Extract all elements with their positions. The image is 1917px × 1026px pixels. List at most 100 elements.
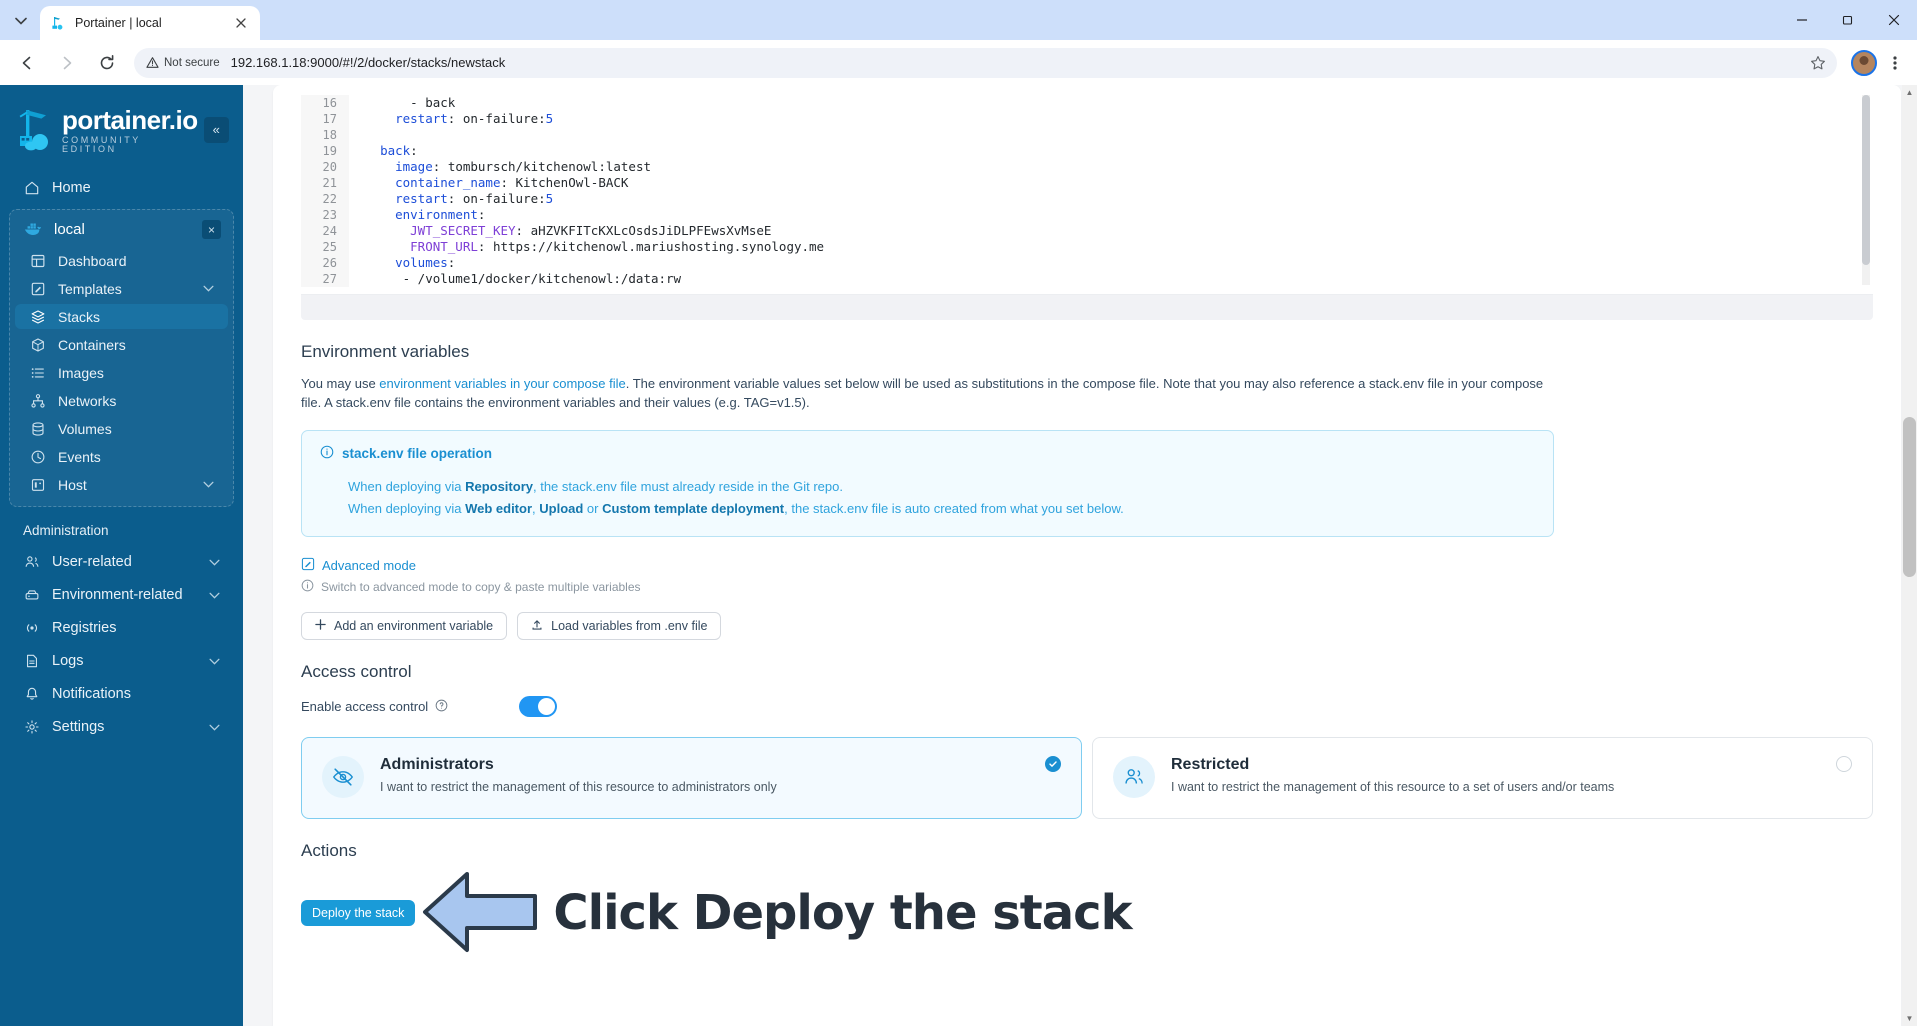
- code-line: 22 restart: on-failure:5: [301, 191, 1873, 207]
- scroll-up-arrow-icon[interactable]: ▲: [1902, 85, 1917, 100]
- chevron-down-icon[interactable]: [203, 285, 214, 292]
- code-text: FRONT_URL: https://kitchenowl.mariushost…: [410, 239, 825, 254]
- chevron-down-icon[interactable]: [209, 724, 220, 731]
- editor-code-area[interactable]: 16 - back 17 restart: on-failure:5 18 19 ba…: [301, 95, 1873, 295]
- main-content: 16 - back 17 restart: on-failure:5 18 19 ba…: [243, 85, 1917, 1026]
- compose-editor[interactable]: 16 - back 17 restart: on-failure:5 18 19 ba…: [301, 85, 1873, 320]
- sidebar-item-networks[interactable]: Networks: [15, 388, 228, 413]
- chevron-down-icon[interactable]: [209, 559, 220, 566]
- security-indicator[interactable]: Not secure: [146, 56, 220, 69]
- browser-tab[interactable]: Portainer | local: [40, 6, 260, 40]
- env-variables-title: Environment variables: [301, 342, 470, 361]
- sidebar-item-label: Notifications: [52, 686, 131, 702]
- access-control-title: Access control: [301, 662, 412, 681]
- sidebar-item-label: Logs: [52, 653, 84, 669]
- sidebar-item-registries[interactable]: Registries: [9, 615, 234, 641]
- access-option-title: Administrators: [380, 756, 494, 773]
- info-line1-repository: Repository: [465, 479, 533, 494]
- chevron-down-icon[interactable]: [203, 481, 214, 488]
- enable-access-control-text: Enable access control: [301, 699, 429, 714]
- access-option-administrators[interactable]: Administrators I want to restrict the ma…: [301, 737, 1082, 819]
- avatar[interactable]: [1851, 49, 1877, 76]
- sidebar-collapse-button[interactable]: «: [203, 116, 229, 143]
- docker-icon: [23, 221, 43, 238]
- sidebar-item-dashboard[interactable]: Dashboard: [15, 248, 228, 273]
- chevron-down-icon[interactable]: [209, 592, 220, 599]
- star-icon[interactable]: [1805, 50, 1831, 76]
- environment-header[interactable]: local ×: [10, 214, 233, 245]
- info-box-title: stack.env file operation: [342, 446, 493, 461]
- close-icon[interactable]: [232, 14, 250, 32]
- sidebar-item-home[interactable]: Home: [9, 175, 234, 201]
- code-line: 19 back:: [301, 143, 1873, 159]
- load-variables-button[interactable]: Load variables from .env file: [517, 612, 722, 640]
- code-line: 25 FRONT_URL: https://kitchenowl.mariush…: [301, 239, 1873, 255]
- info-circle-icon: [320, 445, 334, 462]
- info-circle-icon: [301, 579, 314, 595]
- back-icon[interactable]: [12, 48, 42, 78]
- radio-button[interactable]: [1836, 756, 1852, 772]
- reload-icon[interactable]: [92, 48, 122, 78]
- stacks-icon: [29, 308, 46, 325]
- sidebar-item-events[interactable]: Events: [15, 444, 228, 469]
- advanced-mode-hint: Switch to advanced mode to copy & paste …: [301, 579, 1873, 595]
- sidebar-item-logs[interactable]: Logs: [9, 648, 234, 674]
- access-control-toggle-row: Enable access control: [301, 696, 1873, 717]
- add-environment-variable-button[interactable]: Add an environment variable: [301, 612, 508, 640]
- line-number: 17: [301, 111, 349, 127]
- access-option-restricted[interactable]: Restricted I want to restrict the manage…: [1092, 737, 1873, 819]
- arrow-left-annotation-icon: [421, 870, 541, 957]
- registries-icon: [23, 620, 40, 637]
- warning-triangle-icon: [146, 57, 159, 68]
- sidebar-item-label: Networks: [58, 392, 117, 409]
- sidebar-item-images[interactable]: Images: [15, 360, 228, 385]
- sidebar-item-label: Events: [58, 448, 101, 465]
- sidebar-item-volumes[interactable]: Volumes: [15, 416, 228, 441]
- page-scrollbar[interactable]: ▲ ▼: [1902, 85, 1917, 1026]
- volumes-icon: [29, 420, 46, 437]
- sidebar-item-settings[interactable]: Settings: [9, 714, 234, 740]
- enable-access-control-toggle[interactable]: [519, 696, 557, 717]
- sidebar-item-stacks[interactable]: Stacks: [15, 304, 228, 329]
- info-box-line-2: When deploying via Web editor, Upload or…: [320, 498, 1535, 520]
- sidebar-item-containers[interactable]: Containers: [15, 332, 228, 357]
- host-icon: [29, 476, 46, 493]
- close-icon[interactable]: [1871, 0, 1917, 40]
- advanced-mode-hint-label: Switch to advanced mode to copy & paste …: [321, 580, 641, 594]
- page-scrollbar-thumb[interactable]: [1903, 417, 1916, 577]
- close-icon[interactable]: ×: [202, 220, 221, 239]
- sidebar-item-notifications[interactable]: Notifications: [9, 681, 234, 707]
- scroll-down-arrow-icon[interactable]: ▼: [1902, 1011, 1917, 1026]
- sidebar-item-label: Templates: [58, 280, 122, 297]
- maximize-icon[interactable]: [1825, 0, 1871, 40]
- sidebar-item-label: Stacks: [58, 308, 101, 325]
- question-circle-icon[interactable]: [435, 699, 448, 715]
- code-line: 18: [301, 127, 1873, 143]
- url-text: 192.168.1.18:9000/#!/2/docker/stacks/new…: [230, 55, 506, 70]
- sidebar-item-host[interactable]: Host: [15, 472, 228, 497]
- kebab-menu-icon[interactable]: [1881, 49, 1909, 77]
- advanced-mode-link[interactable]: Advanced mode: [301, 557, 1873, 574]
- access-option-text-administrators: Administrators I want to restrict the ma…: [380, 756, 777, 798]
- code-line: 24 JWT_SECRET_KEY: aHZVKFITcKXLcOsdsJiDL…: [301, 223, 1873, 239]
- sidebar-logo[interactable]: portainer.io COMMUNITY EDITION «: [0, 85, 243, 168]
- tab-search-button[interactable]: [6, 6, 36, 36]
- line-number: 19: [301, 143, 349, 159]
- minimize-icon[interactable]: [1779, 0, 1825, 40]
- sidebar-item-environment-related[interactable]: Environment-related: [9, 582, 234, 608]
- logo-text: portainer.io COMMUNITY EDITION: [62, 103, 198, 154]
- sidebar-item-label: Home: [52, 180, 91, 196]
- chevron-down-icon[interactable]: [209, 658, 220, 665]
- code-text: JWT_SECRET_KEY: aHZVKFITcKXLcOsdsJiDLPFE…: [410, 223, 772, 238]
- check-icon[interactable]: [1045, 756, 1061, 772]
- images-icon: [29, 364, 46, 381]
- editor-scrollbar-thumb[interactable]: [1862, 95, 1870, 265]
- environment-name: local: [54, 221, 85, 238]
- sidebar-item-user-related[interactable]: User-related: [9, 549, 234, 575]
- actions-title: Actions: [301, 841, 357, 860]
- compose-file-link[interactable]: environment variables in your compose fi…: [379, 376, 625, 391]
- sidebar-item-templates[interactable]: Templates: [15, 276, 228, 301]
- address-bar[interactable]: Not secure 192.168.1.18:9000/#!/2/docker…: [134, 47, 1837, 78]
- sidebar-item-label: Settings: [52, 719, 105, 735]
- deploy-stack-button[interactable]: Deploy the stack: [301, 900, 416, 926]
